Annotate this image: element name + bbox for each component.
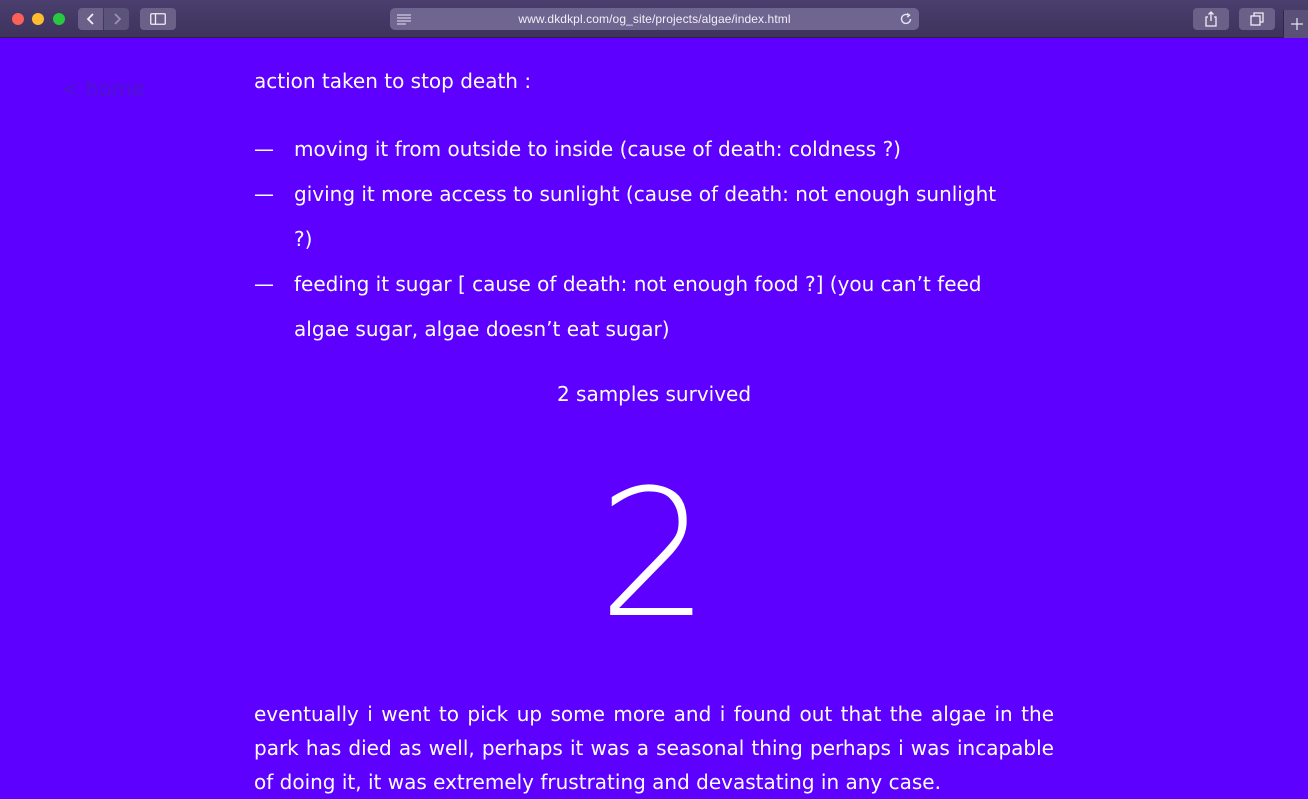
survived-label: 2 samples survived — [556, 382, 752, 406]
window-close-button[interactable] — [12, 13, 24, 25]
chevron-right-icon — [113, 13, 121, 25]
tabs-overview-icon — [1250, 12, 1264, 26]
share-icon — [1205, 11, 1217, 27]
list-item-text: feeding it sugar [ cause of death: not e… — [294, 272, 982, 341]
list-item: — feeding it sugar [ cause of death: not… — [254, 262, 1014, 352]
actions-list: — moving it from outside to inside (caus… — [254, 127, 1014, 352]
plus-icon — [1290, 18, 1303, 30]
reload-icon[interactable] — [899, 12, 913, 26]
reader-view-icon[interactable] — [397, 13, 411, 25]
list-dash: — — [254, 137, 274, 161]
sidebar-icon — [150, 13, 166, 25]
section-heading: action taken to stop death : — [254, 69, 532, 93]
home-link[interactable]: < home — [61, 77, 145, 101]
sidebar-toggle-button[interactable] — [140, 8, 176, 30]
window-minimize-button[interactable] — [32, 13, 44, 25]
browser-toolbar: www.dkdkpl.com/og_site/projects/algae/in… — [0, 0, 1308, 38]
show-tabs-button[interactable] — [1239, 8, 1275, 30]
forward-button[interactable] — [104, 8, 129, 30]
chevron-left-icon — [86, 13, 94, 25]
list-dash: — — [254, 182, 274, 206]
url-text[interactable]: www.dkdkpl.com/og_site/projects/algae/in… — [518, 12, 790, 26]
body-paragraph: eventually i went to pick up some more a… — [254, 702, 1054, 794]
list-dash: — — [254, 272, 274, 296]
share-button[interactable] — [1193, 8, 1229, 30]
survived-count: 2 — [598, 452, 710, 657]
new-tab-button[interactable] — [1283, 10, 1308, 38]
list-item-text: moving it from outside to inside (cause … — [294, 137, 901, 161]
address-bar[interactable]: www.dkdkpl.com/og_site/projects/algae/in… — [390, 8, 919, 30]
list-item: — moving it from outside to inside (caus… — [254, 127, 1014, 172]
list-item-text: giving it more access to sunlight (cause… — [294, 182, 997, 251]
list-item: — giving it more access to sunlight (cau… — [254, 172, 1014, 262]
window-zoom-button[interactable] — [53, 13, 65, 25]
back-button[interactable] — [78, 8, 103, 30]
